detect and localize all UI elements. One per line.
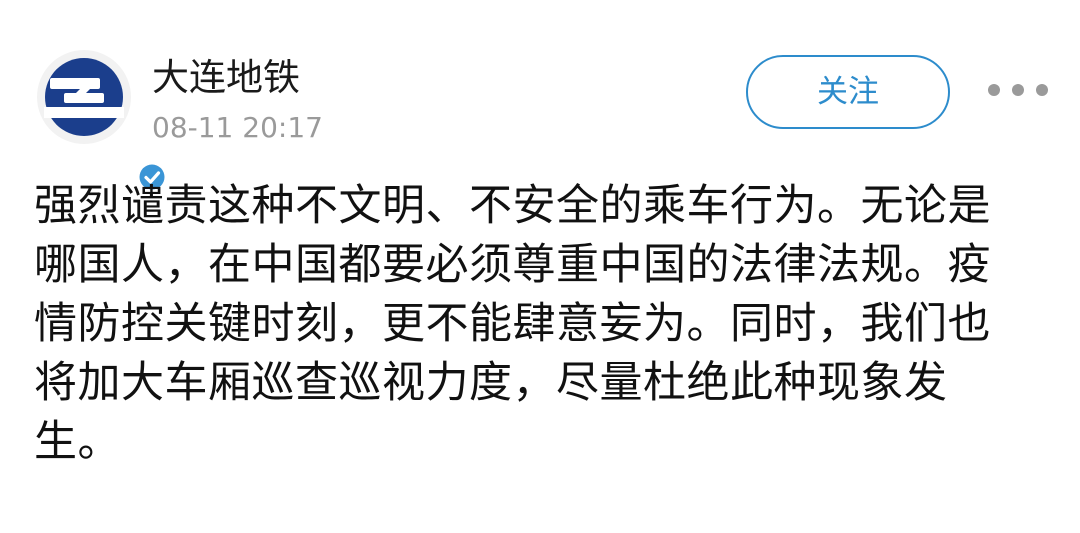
post-body-text: 强烈谴责这种不文明、不安全的乘车行为。无论是哪国人，在中国都要必须尊重中国的法律… [34,181,991,467]
post-timestamp: 08-11 20:17 [152,111,323,144]
more-dots-icon [1036,84,1048,96]
follow-button[interactable]: 关注 [746,55,950,129]
weibo-post-card: 大连地铁 08-11 20:17 关注 强烈谴责这种不文明、不安全的乘车行为。无… [0,0,1080,533]
more-options-button[interactable] [982,74,1054,108]
more-dots-icon [988,84,1000,96]
author-name[interactable]: 大连地铁 [152,55,300,101]
author-avatar[interactable] [36,49,167,192]
more-dots-icon [1012,84,1024,96]
dalian-metro-logo-icon [37,50,131,144]
